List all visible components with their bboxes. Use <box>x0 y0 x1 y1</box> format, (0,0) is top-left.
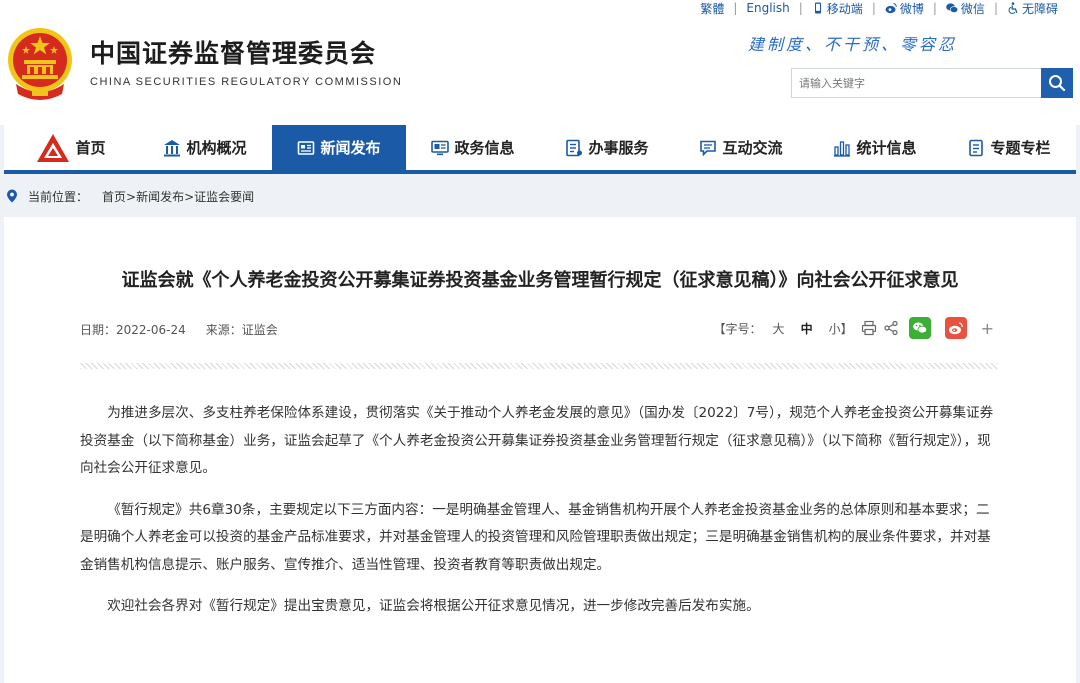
article-paragraph: 为推进多层次、多支柱养老保险体系建设，贯彻落实《关于推动个人养老金发展的意见》（… <box>80 405 994 476</box>
mobile-link[interactable]: 移动端 <box>812 0 863 17</box>
weibo-icon <box>885 3 897 14</box>
weibo-link-label: 微博 <box>899 1 924 16</box>
separator: | <box>932 1 937 15</box>
nav-item-statistics[interactable]: 统计信息 <box>808 125 942 170</box>
nav-item-home[interactable]: 首页 <box>4 125 138 170</box>
search-input[interactable] <box>791 68 1041 98</box>
wechat-link-label: 微信 <box>960 1 985 16</box>
nav-item-label: 专题专栏 <box>990 139 1051 157</box>
site-header: 中国证券监督管理委员会 CHINA SECURITIES REGULATORY … <box>0 0 1080 125</box>
nav-item-government-info[interactable]: 政务信息 <box>406 125 540 170</box>
separator: | <box>733 1 738 15</box>
separator: | <box>798 1 803 15</box>
font-size-label: 【字号： <box>713 321 762 336</box>
more-share-icon[interactable]: + <box>981 319 994 338</box>
title-divider <box>80 363 998 369</box>
wechat-icon <box>912 322 927 334</box>
nav-item-services[interactable]: 办事服务 <box>540 125 674 170</box>
nav-item-label: 办事服务 <box>588 139 649 157</box>
nav-item-about[interactable]: 机构概况 <box>138 125 272 170</box>
separator: | <box>993 1 998 15</box>
article-title: 证监会就《个人养老金投资公开募集证券投资基金业务管理暂行规定（征求意见稿）》向社… <box>121 270 959 291</box>
weibo-link[interactable]: 微博 <box>885 0 924 17</box>
bar-chart-icon <box>834 140 851 157</box>
article-date: 日期：2022-06-24 <box>80 323 186 337</box>
breadcrumb-label: 当前位置： <box>28 189 89 204</box>
breadcrumb: 当前位置： 首页>新闻发布>证监会要闻 <box>6 186 254 206</box>
accessibility-link-label: 无障碍 <box>1021 1 1058 16</box>
print-icon[interactable] <box>861 320 877 336</box>
share-icon[interactable] <box>883 320 899 336</box>
article-source: 来源：证监会 <box>205 323 278 337</box>
mobile-link-label: 移动端 <box>826 1 863 16</box>
accessibility-icon <box>1008 2 1018 14</box>
nav-item-label: 互动交流 <box>722 139 783 157</box>
notebook-icon <box>969 139 984 156</box>
nav-item-label: 首页 <box>75 139 106 157</box>
document-list-icon <box>566 139 583 156</box>
top-links: 繁體 | English | 移动端 | 微博 | 微信 | 无障碍 <box>700 0 1058 16</box>
wechat-link[interactable]: 微信 <box>946 0 985 17</box>
article-tools: 【字号： 大 中 小】 + <box>714 317 994 339</box>
location-pin-icon <box>7 189 17 203</box>
search-box <box>791 68 1073 98</box>
nav-item-label: 统计信息 <box>856 139 917 157</box>
national-emblem-icon <box>8 28 72 100</box>
mobile-phone-icon <box>814 2 821 14</box>
nav-item-interaction[interactable]: 互动交流 <box>674 125 808 170</box>
article-panel: 证监会就《个人养老金投资公开募集证券投资基金业务管理暂行规定（征求意见稿）》向社… <box>4 217 1076 683</box>
csrc-logo-icon <box>37 133 70 162</box>
nav-item-label: 政务信息 <box>454 139 515 157</box>
separator: | <box>871 1 876 15</box>
main-nav: 首页 机构概况 新闻发布 政务信息 办事服务 互动交流 统计信息 专题专栏 <box>4 125 1076 174</box>
nav-item-label: 新闻发布 <box>320 139 381 157</box>
search-button[interactable] <box>1041 68 1073 98</box>
article-paragraph: 欢迎社会各界对《暂行规定》提出宝贵意见，证监会将根据公开征求意见情况，进一步修改… <box>107 598 760 614</box>
wechat-icon <box>946 3 958 13</box>
article-meta: 日期：2022-06-24 来源：证监会 <box>80 321 278 338</box>
article-paragraph: 《暂行规定》共6章30条，主要规定以下三方面内容：一是明确基金管理人、基金销售机… <box>80 501 991 573</box>
site-name-cn: 中国证券监督管理委员会 <box>90 39 377 68</box>
accessibility-link[interactable]: 无障碍 <box>1007 0 1058 17</box>
breadcrumb-path[interactable]: 首页>新闻发布>证监会要闻 <box>102 188 254 205</box>
newspaper-icon <box>298 140 315 155</box>
font-size-medium-button[interactable]: 中 <box>801 320 813 337</box>
monitor-icon <box>431 140 450 155</box>
chat-icon <box>700 140 717 156</box>
font-size-small-button[interactable]: 小】 <box>829 320 853 337</box>
nav-item-label: 机构概况 <box>186 139 247 157</box>
english-link[interactable]: English <box>746 1 789 15</box>
site-name-en: CHINA SECURITIES REGULATORY COMMISSION <box>90 76 403 88</box>
article-body: 为推进多层次、多支柱养老保险体系建设，贯彻落实《关于推动个人养老金发展的意见》（… <box>80 400 998 635</box>
font-size-large-button[interactable]: 大 <box>773 320 785 337</box>
share-weibo-button[interactable] <box>944 317 967 339</box>
building-icon <box>164 139 181 156</box>
traditional-chinese-link[interactable]: 繁體 <box>700 0 724 17</box>
share-wechat-button[interactable] <box>908 317 931 339</box>
nav-item-special-topics[interactable]: 专题专栏 <box>942 125 1076 170</box>
search-icon <box>1049 75 1066 92</box>
slogan: 建制度、不干预、零容忍 <box>748 35 958 54</box>
nav-item-news[interactable]: 新闻发布 <box>272 125 406 170</box>
weibo-icon <box>948 322 963 335</box>
